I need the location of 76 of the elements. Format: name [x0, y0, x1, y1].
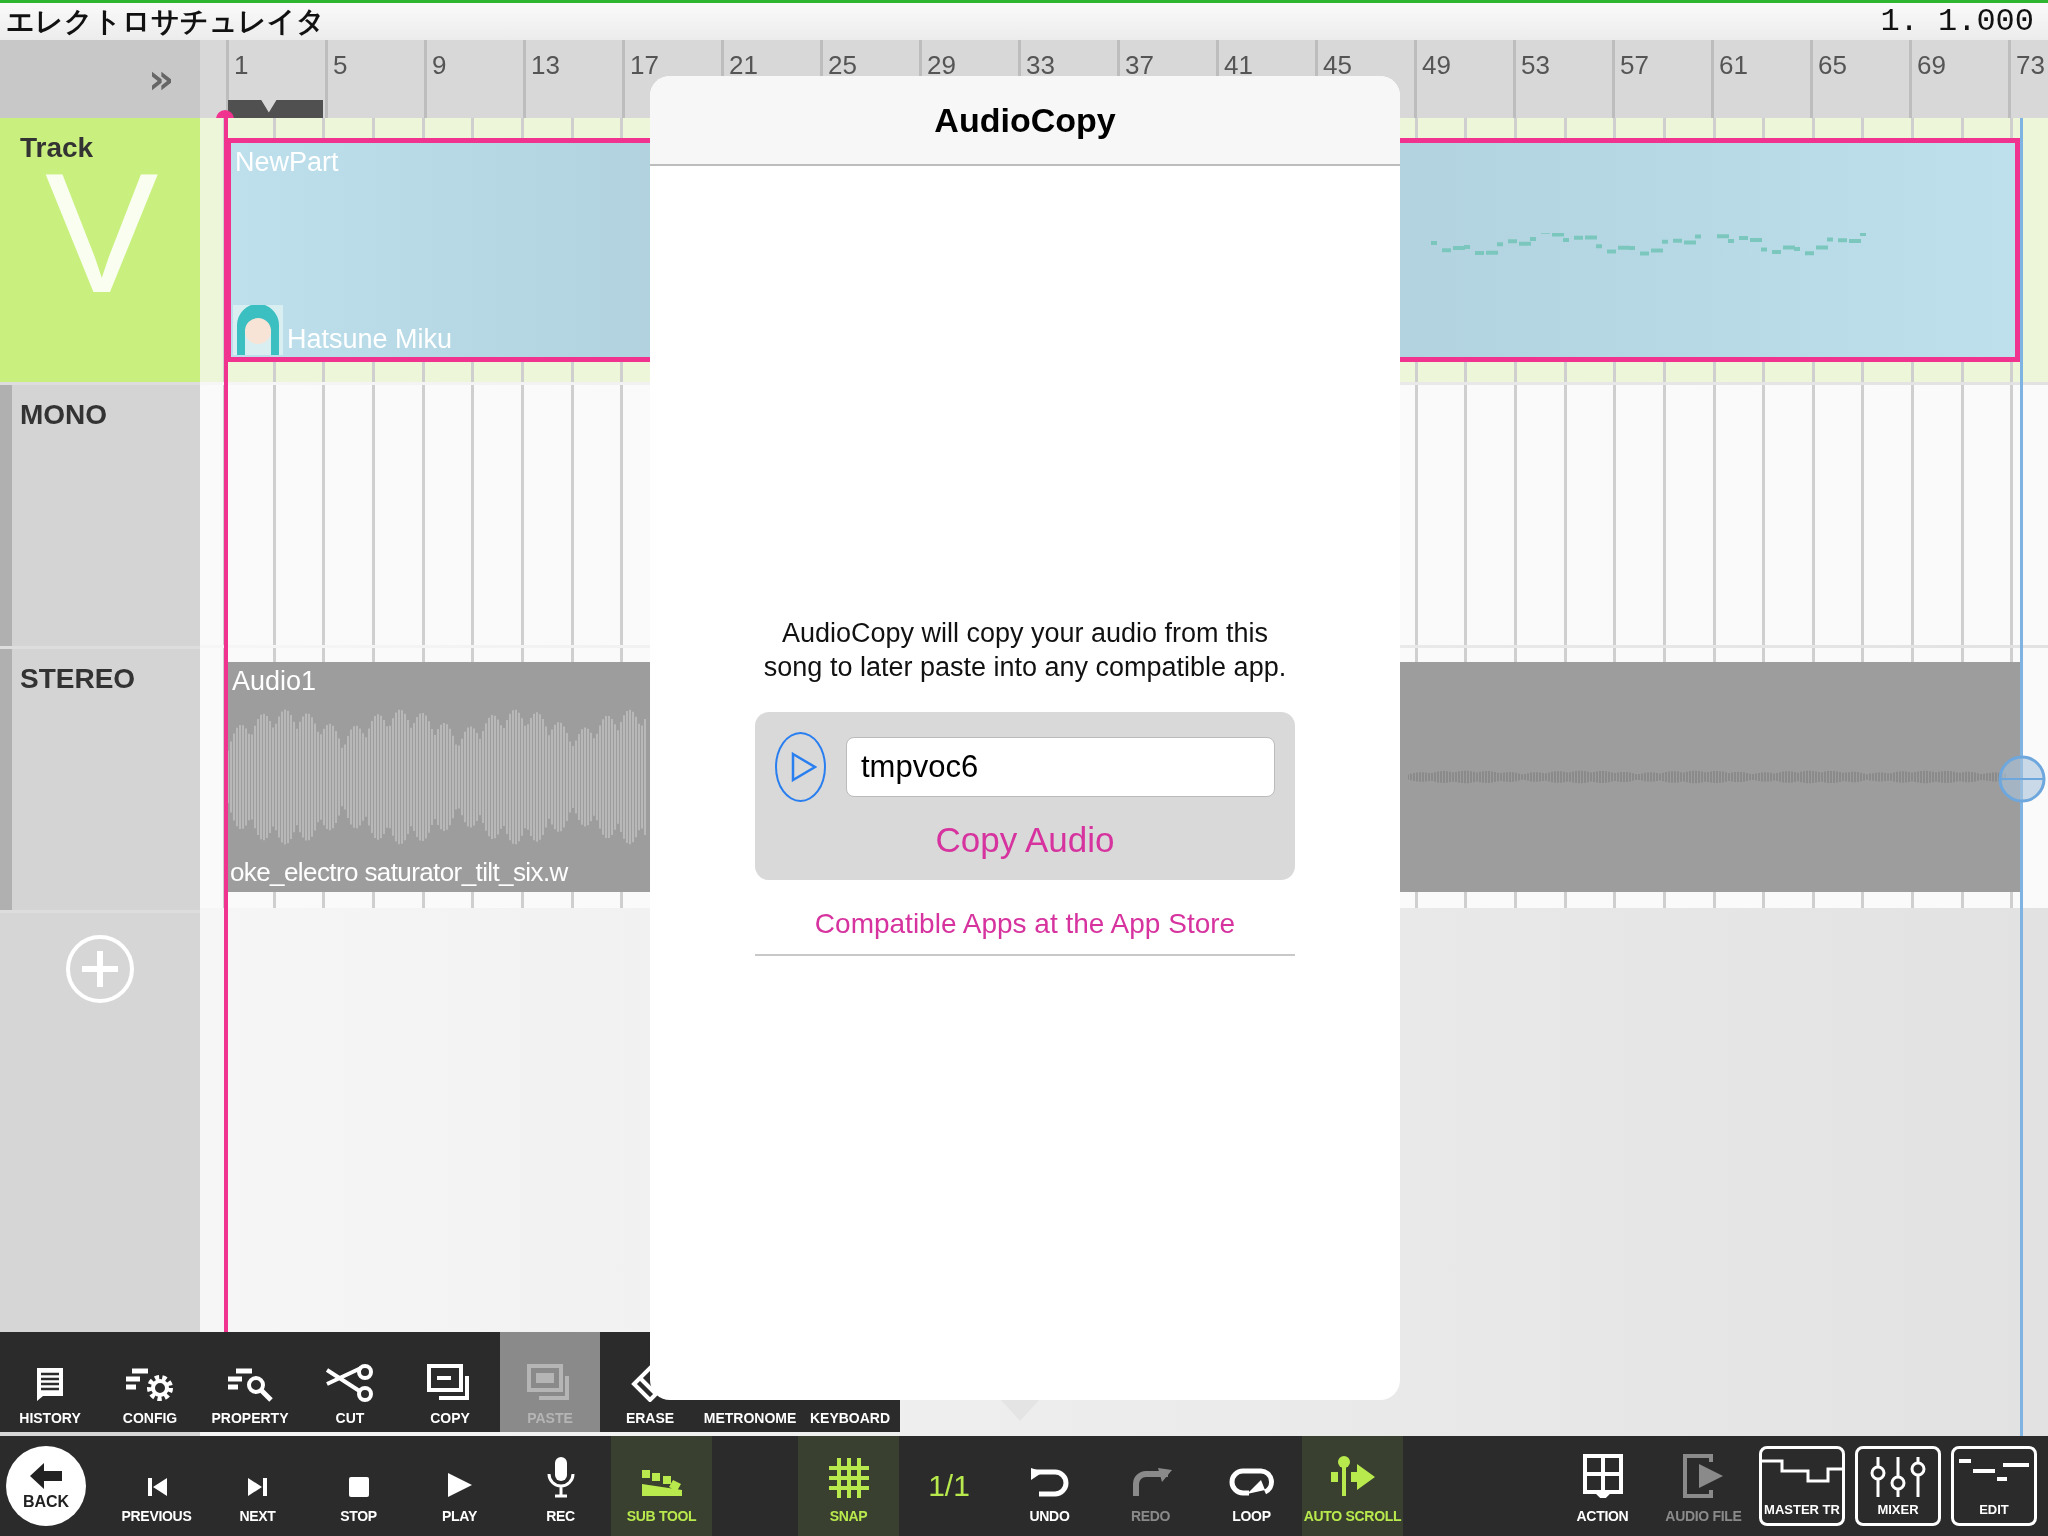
snap-value-button[interactable]: 1/1: [899, 1436, 999, 1536]
bar-number: 9: [432, 50, 447, 80]
toolbar-button[interactable]: SUB TOOL: [611, 1436, 712, 1536]
add-track-icon[interactable]: [64, 933, 136, 1005]
app-store-link[interactable]: Compatible Apps at the App Store: [814, 908, 1236, 939]
toolbar-button[interactable]: NEXT: [207, 1436, 308, 1536]
back-arrow-icon: [28, 1461, 64, 1491]
play-button[interactable]: [775, 732, 826, 802]
list-icon: [35, 1366, 65, 1402]
sliders-icon: [1868, 1457, 1928, 1497]
play-icon: [446, 1472, 473, 1498]
undo-icon: [1028, 1468, 1071, 1498]
toolbar-button[interactable]: HISTORY: [0, 1332, 100, 1432]
resize-handle[interactable]: [1997, 754, 2047, 804]
bar-number: 61: [1719, 50, 1748, 80]
dialog-title: AudioCopy: [934, 100, 1116, 140]
bar-number: 69: [1917, 50, 1946, 80]
grid-window-icon: [1582, 1454, 1623, 1498]
bar-number: 37: [1125, 50, 1154, 80]
microphone-icon: [545, 1456, 576, 1498]
scissors-icon: [325, 1364, 375, 1402]
track-header[interactable]: MONO: [0, 385, 200, 646]
bar-number: 53: [1521, 50, 1550, 80]
toolbar-button[interactable]: PREVIOUS: [106, 1436, 207, 1536]
bar-number: 73: [2016, 50, 2045, 80]
bar-number: 65: [1818, 50, 1847, 80]
view-button[interactable]: EDIT: [1951, 1446, 2037, 1526]
bar-number: 5: [333, 50, 348, 80]
next-icon: [246, 1476, 269, 1498]
bar-number: 25: [828, 50, 857, 80]
toolbar-button[interactable]: SNAP: [798, 1436, 899, 1536]
audio-file-icon: [1682, 1454, 1725, 1498]
toolbar-button[interactable]: LOOP: [1201, 1436, 1302, 1536]
toolbar-button[interactable]: ACTION: [1552, 1436, 1653, 1536]
loop-icon: [1228, 1466, 1275, 1498]
bar-number: 1: [234, 50, 249, 80]
bar-number: 21: [729, 50, 758, 80]
stop-icon: [347, 1476, 370, 1498]
bar-number: 29: [927, 50, 956, 80]
toolbar-button[interactable]: COPY: [400, 1332, 500, 1432]
singer-name: Hatsune Miku: [287, 324, 453, 355]
toolbar-button[interactable]: CUT: [300, 1332, 400, 1432]
step-line-icon: [1760, 1457, 1844, 1485]
bar-number: 17: [630, 50, 659, 80]
track-name: STEREO: [20, 663, 136, 694]
bar-number: 49: [1422, 50, 1451, 80]
sub-tool-icon: [639, 1468, 684, 1498]
part-name: NewPart: [235, 147, 339, 178]
position-readout: 1. 1.000: [1880, 3, 2034, 40]
auto-scroll-icon: [1328, 1454, 1377, 1498]
bar-number: 45: [1323, 50, 1352, 80]
view-button[interactable]: MASTER TR: [1759, 1446, 1845, 1526]
play-icon: [790, 752, 817, 782]
avatar-icon: [233, 305, 283, 355]
view-button[interactable]: MIXER: [1855, 1446, 1941, 1526]
toolbar-button[interactable]: UNDO: [999, 1436, 1100, 1536]
toolbar-button[interactable]: AUTO SCROLL: [1302, 1436, 1403, 1536]
previous-icon: [145, 1476, 168, 1498]
loop-marker[interactable]: [228, 100, 323, 118]
track-name: MONO: [20, 399, 108, 430]
grid-icon: [828, 1458, 869, 1498]
song-title: エレクトロサチュレイタ: [6, 3, 325, 40]
bar-number: 57: [1620, 50, 1649, 80]
toolbar-button[interactable]: PLAY: [409, 1436, 510, 1536]
toolbar-button[interactable]: STOP: [308, 1436, 409, 1536]
track-header[interactable]: STEREO: [0, 649, 200, 910]
file-name: oke_electro saturator_tilt_six.w: [230, 857, 568, 888]
part-name: Audio1: [232, 666, 317, 697]
bar-number: 41: [1224, 50, 1253, 80]
toolbar-button[interactable]: PROPERTY: [200, 1332, 300, 1432]
bar-number: 33: [1026, 50, 1055, 80]
back-button[interactable]: BACK: [6, 1446, 86, 1526]
toolbar-button[interactable]: REC: [510, 1436, 611, 1536]
name-field[interactable]: tmpvoc6: [846, 737, 1275, 797]
toolbar-button[interactable]: CONFIG: [100, 1332, 200, 1432]
bar-number: 13: [531, 50, 560, 80]
